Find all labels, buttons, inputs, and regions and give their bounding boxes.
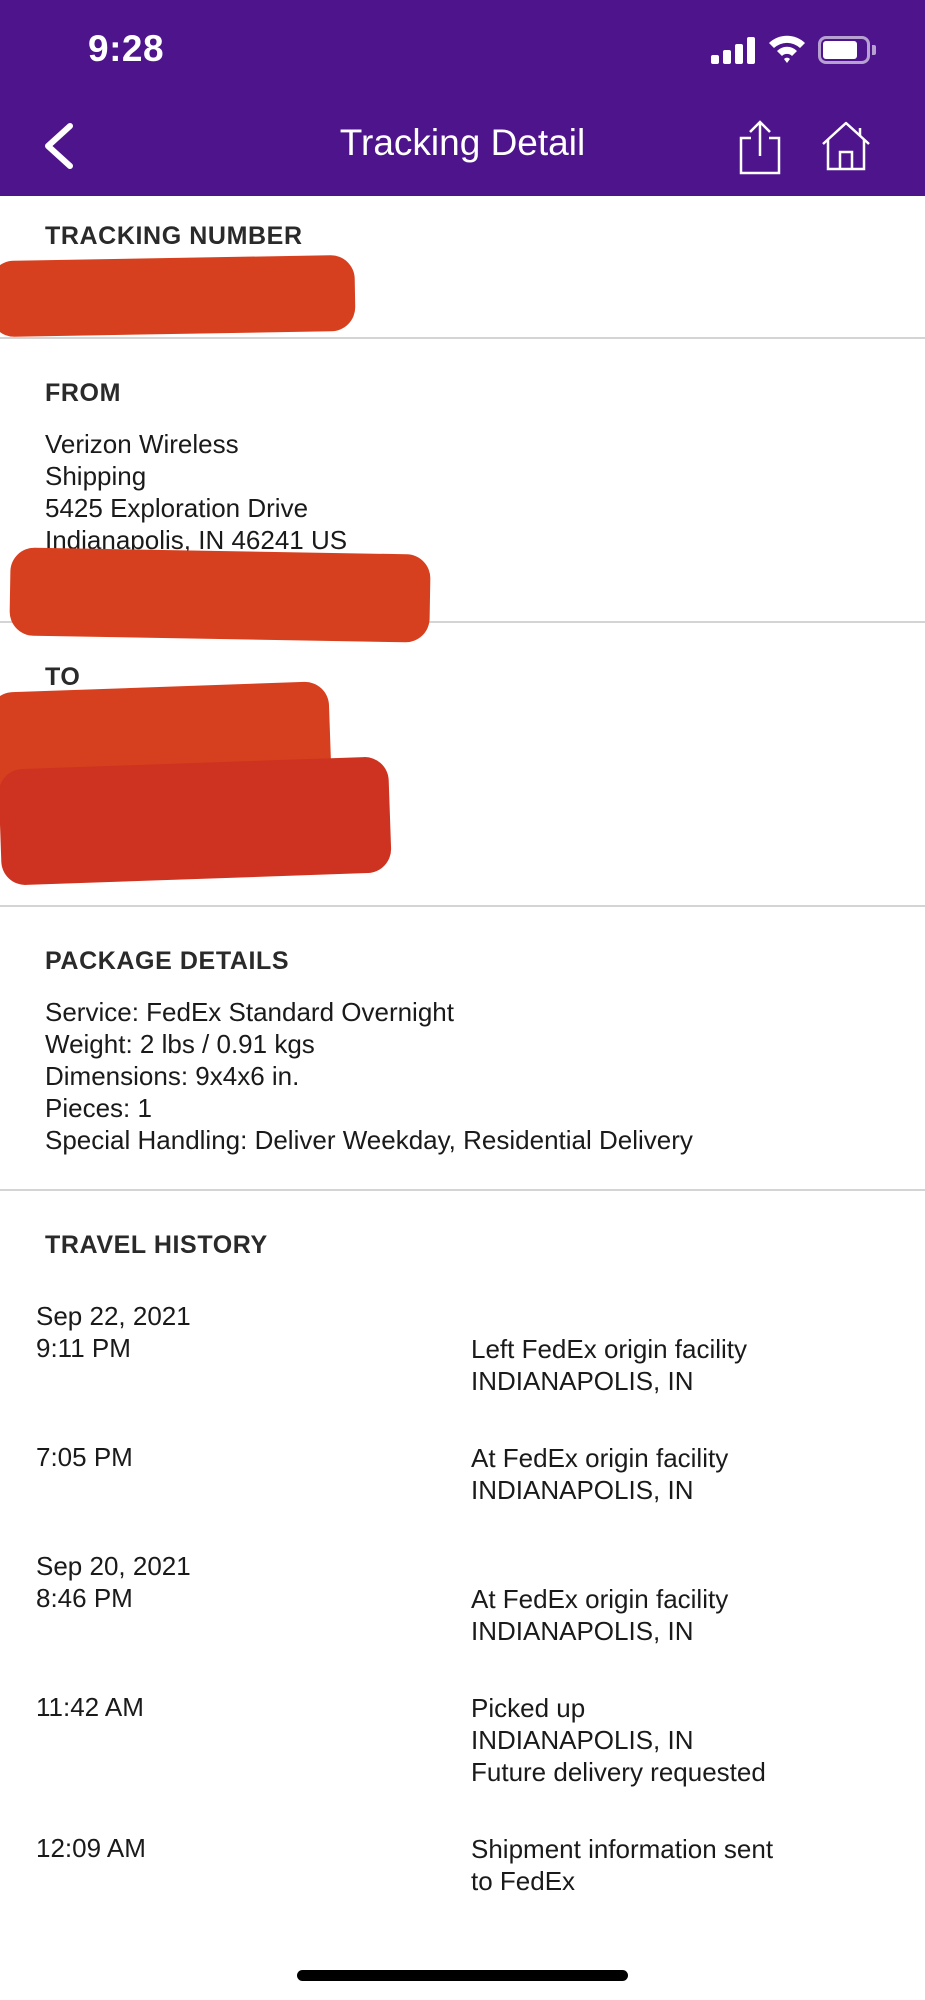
to-section: TO xyxy=(0,623,925,907)
history-date: Sep 22, 2021 xyxy=(36,1301,191,1331)
package-details-section: PACKAGE DETAILS Service: FedEx Standard … xyxy=(0,907,925,1191)
home-indicator[interactable] xyxy=(297,1970,628,1981)
tracking-number-label: TRACKING NUMBER xyxy=(45,222,303,250)
battery-icon xyxy=(818,36,876,64)
travel-history-section: TRAVEL HISTORY Sep 22, 2021 9:11 PM Left… xyxy=(0,1191,925,1951)
status-time: 9:28 xyxy=(88,28,165,69)
cellular-signal-icon xyxy=(711,36,755,64)
from-section: FROM Verizon Wireless Shipping 5425 Expl… xyxy=(0,339,925,643)
home-icon[interactable] xyxy=(820,120,872,172)
to-label: TO xyxy=(45,663,81,691)
header: 9:28 Tracking Detail xyxy=(0,0,925,196)
history-time: 9:11 PM xyxy=(36,1333,131,1363)
history-location: to FedEx xyxy=(471,1866,576,1896)
history-time: 8:46 PM xyxy=(36,1583,133,1613)
history-location: INDIANAPOLIS, IN xyxy=(471,1616,694,1646)
history-status: At FedEx origin facility xyxy=(471,1584,729,1614)
package-special-handling: Special Handling: Deliver Weekday, Resid… xyxy=(45,1125,693,1155)
package-pieces: Pieces: 1 xyxy=(45,1093,152,1123)
travel-history-label: TRAVEL HISTORY xyxy=(45,1231,268,1259)
history-location: INDIANAPOLIS, IN xyxy=(471,1725,694,1755)
history-time: 11:42 AM xyxy=(36,1692,144,1722)
package-service: Service: FedEx Standard Overnight xyxy=(45,997,454,1027)
from-line: Verizon Wireless xyxy=(45,429,239,459)
history-note: Future delivery requested xyxy=(471,1757,766,1787)
package-details-label: PACKAGE DETAILS xyxy=(45,947,290,975)
history-status: Picked up xyxy=(471,1693,586,1723)
history-date: Sep 20, 2021 xyxy=(36,1551,191,1581)
history-time: 12:09 AM xyxy=(36,1833,146,1863)
history-status: Shipment information sent xyxy=(471,1834,774,1864)
page-title: Tracking Detail xyxy=(339,122,586,163)
from-line: 5425 Exploration Drive xyxy=(45,493,309,523)
history-time: 7:05 PM xyxy=(36,1442,133,1472)
history-status: Left FedEx origin facility xyxy=(471,1334,748,1364)
wifi-icon xyxy=(769,35,805,63)
history-status: At FedEx origin facility xyxy=(471,1443,729,1473)
package-dimensions: Dimensions: 9x4x6 in. xyxy=(45,1061,300,1091)
redaction-mark xyxy=(0,254,356,338)
tracking-number-section: TRACKING NUMBER xyxy=(0,196,925,339)
from-label: FROM xyxy=(45,379,121,407)
package-weight: Weight: 2 lbs / 0.91 kgs xyxy=(45,1029,315,1059)
from-line: Shipping xyxy=(45,461,147,491)
share-icon[interactable] xyxy=(736,118,784,176)
history-location: INDIANAPOLIS, IN xyxy=(471,1366,694,1396)
redaction-mark xyxy=(0,756,392,886)
history-location: INDIANAPOLIS, IN xyxy=(471,1475,694,1505)
